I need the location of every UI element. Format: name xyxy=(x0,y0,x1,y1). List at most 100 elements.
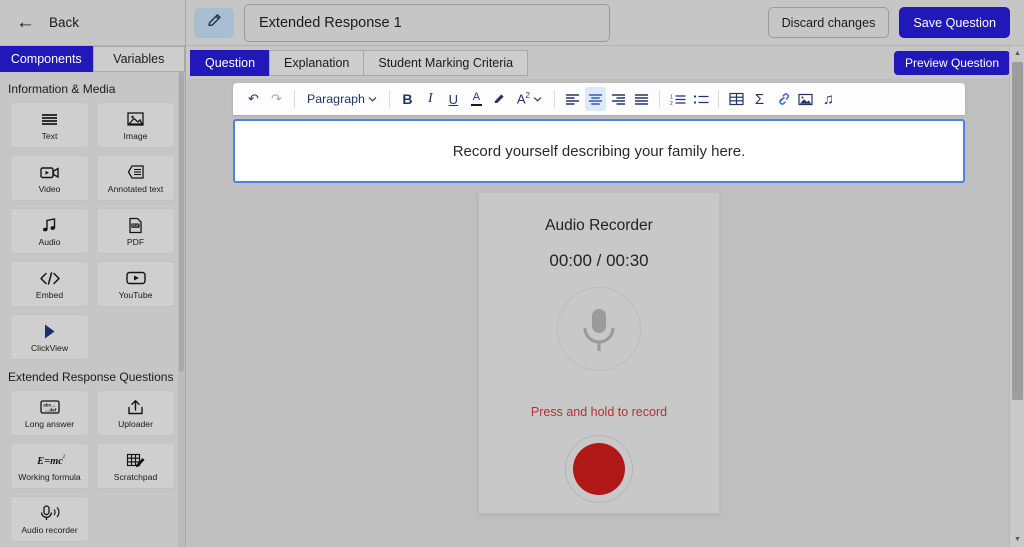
audio-recorder-hint: Press and hold to record xyxy=(530,405,668,419)
bold-button[interactable]: B xyxy=(397,87,418,111)
link-icon xyxy=(775,92,790,106)
tab-question[interactable]: Question xyxy=(190,49,271,76)
tab-student-marking-criteria[interactable]: Student Marking Criteria xyxy=(363,49,529,76)
undo-button[interactable]: ↶ xyxy=(243,87,264,111)
component-video[interactable]: Video xyxy=(10,155,89,201)
paragraph-style-label: Paragraph xyxy=(307,92,365,106)
edit-title-button[interactable] xyxy=(194,7,234,38)
pdf-file-icon: PDF xyxy=(127,216,144,235)
ordered-list-button[interactable]: 12 xyxy=(667,87,688,111)
component-scratchpad[interactable]: Scratchpad xyxy=(96,443,175,489)
question-title-input[interactable]: Extended Response 1 xyxy=(244,3,610,42)
toolbar-divider xyxy=(718,90,719,108)
rich-text-toolbar: ↶ ↷ Paragraph B I U A A2 1 2 Σ ♫ xyxy=(233,83,965,115)
component-working-formula[interactable]: E=mc 2 Working formula xyxy=(10,443,89,489)
text-color-letter: A xyxy=(472,90,481,103)
align-left-icon xyxy=(565,93,580,106)
sidebar-tab-variables[interactable]: Variables xyxy=(92,46,185,72)
component-audio[interactable]: Audio xyxy=(10,208,89,254)
align-left-button[interactable] xyxy=(562,87,583,111)
redo-button[interactable]: ↷ xyxy=(266,87,287,111)
text-lines-icon xyxy=(40,110,59,129)
underline-button[interactable]: U xyxy=(443,87,464,111)
paragraph-style-dropdown[interactable]: Paragraph xyxy=(302,87,382,111)
bullet-list-button[interactable] xyxy=(690,87,711,111)
component-annotated-text-label: Annotated text xyxy=(107,183,164,194)
scroll-down-arrow-icon[interactable]: ▼ xyxy=(1010,532,1024,547)
top-actions: Discard changes Save Question xyxy=(767,7,1010,38)
video-camera-icon xyxy=(39,163,60,182)
abc-def-icon: abc… …def xyxy=(38,398,62,417)
align-center-icon xyxy=(588,93,603,106)
component-uploader-label: Uploader xyxy=(118,418,153,429)
text-color-button[interactable]: A xyxy=(466,87,487,111)
group-title-information-media: Information & Media xyxy=(8,82,116,96)
chevron-down-icon xyxy=(368,96,377,102)
component-audio-recorder[interactable]: Audio recorder xyxy=(10,496,89,542)
audio-recorder-component[interactable]: Audio Recorder 00:00 / 00:30 Press and h… xyxy=(478,192,720,514)
grid-pencil-icon xyxy=(125,451,146,470)
toolbar-divider xyxy=(388,90,390,108)
tab-explanation[interactable]: Explanation xyxy=(269,49,365,76)
align-justify-icon xyxy=(634,93,649,106)
insert-link-button[interactable] xyxy=(772,87,793,111)
component-image-label: Image xyxy=(123,130,148,141)
tab-student-marking-criteria-label: Student Marking Criteria xyxy=(378,55,514,70)
align-justify-button[interactable] xyxy=(631,87,652,111)
record-button[interactable] xyxy=(565,435,633,503)
svg-text:PDF: PDF xyxy=(132,224,139,228)
top-toolbar: Extended Response 1 Discard changes Save… xyxy=(186,0,1024,46)
component-pdf-label: PDF xyxy=(126,236,145,247)
rich-text-content[interactable]: Record yourself describing your family h… xyxy=(233,119,965,183)
align-right-button[interactable] xyxy=(608,87,629,111)
component-grid-information-media: Text Image Video Annotated text Audio PD… xyxy=(0,102,185,360)
svg-text:2: 2 xyxy=(62,454,65,460)
upload-box-icon xyxy=(126,398,145,417)
component-youtube[interactable]: YouTube xyxy=(96,261,175,307)
insert-image-button[interactable] xyxy=(795,87,816,111)
component-clickview[interactable]: ClickView xyxy=(10,314,89,360)
scroll-up-arrow-icon[interactable]: ▲ xyxy=(1010,46,1024,61)
discard-changes-button[interactable]: Discard changes xyxy=(767,7,890,38)
component-image[interactable]: Image xyxy=(96,102,175,148)
music-note-icon xyxy=(41,216,58,235)
italic-button[interactable]: I xyxy=(420,87,441,111)
component-long-answer-label: Long answer xyxy=(24,418,75,429)
component-long-answer[interactable]: abc… …def Long answer xyxy=(10,390,89,436)
page-scrollbar[interactable]: ▲ ▼ xyxy=(1009,46,1024,547)
align-right-icon xyxy=(611,93,626,106)
component-embed[interactable]: Embed xyxy=(10,261,89,307)
svg-text:1: 1 xyxy=(670,94,673,100)
highlight-pen-button[interactable] xyxy=(489,87,510,111)
preview-question-label: Preview Question xyxy=(904,55,999,70)
sidebar-scrollbar-thumb[interactable] xyxy=(179,72,184,372)
component-pdf[interactable]: PDF PDF xyxy=(96,208,175,254)
preview-question-button[interactable]: Preview Question xyxy=(893,50,1010,75)
arrow-left-icon: ← xyxy=(16,12,35,33)
sidebar-tab-components[interactable]: Components xyxy=(0,46,93,72)
save-question-button[interactable]: Save Question xyxy=(899,7,1010,38)
font-size-dropdown[interactable]: A2 xyxy=(512,87,547,111)
rich-text-paragraph: Record yourself describing your family h… xyxy=(452,142,746,160)
font-size-letter: A xyxy=(516,91,526,107)
rich-text-editor: ↶ ↷ Paragraph B I U A A2 1 2 Σ ♫ Record … xyxy=(233,83,965,183)
component-annotated-text[interactable]: Annotated text xyxy=(96,155,175,201)
content-tab-bar: Question Explanation Student Marking Cri… xyxy=(186,46,1024,79)
component-text[interactable]: Text xyxy=(10,102,89,148)
image-icon xyxy=(798,93,813,106)
page-scrollbar-thumb[interactable] xyxy=(1012,62,1023,400)
component-video-label: Video xyxy=(38,183,61,194)
svg-text:…def: …def xyxy=(44,408,56,413)
microphone-waves-icon xyxy=(38,504,62,523)
insert-equation-button[interactable]: Σ xyxy=(749,87,770,111)
image-icon xyxy=(126,110,145,129)
youtube-icon xyxy=(125,269,147,288)
align-center-button[interactable] xyxy=(585,87,606,111)
component-uploader[interactable]: Uploader xyxy=(96,390,175,436)
insert-audio-button[interactable]: ♫ xyxy=(818,87,839,111)
left-sidebar: ← Back Components Variables Information … xyxy=(0,0,186,547)
insert-table-button[interactable] xyxy=(726,87,747,111)
back-button[interactable]: ← Back xyxy=(0,0,185,46)
sidebar-scrollbar[interactable] xyxy=(178,72,185,547)
play-triangle-icon xyxy=(42,322,57,341)
